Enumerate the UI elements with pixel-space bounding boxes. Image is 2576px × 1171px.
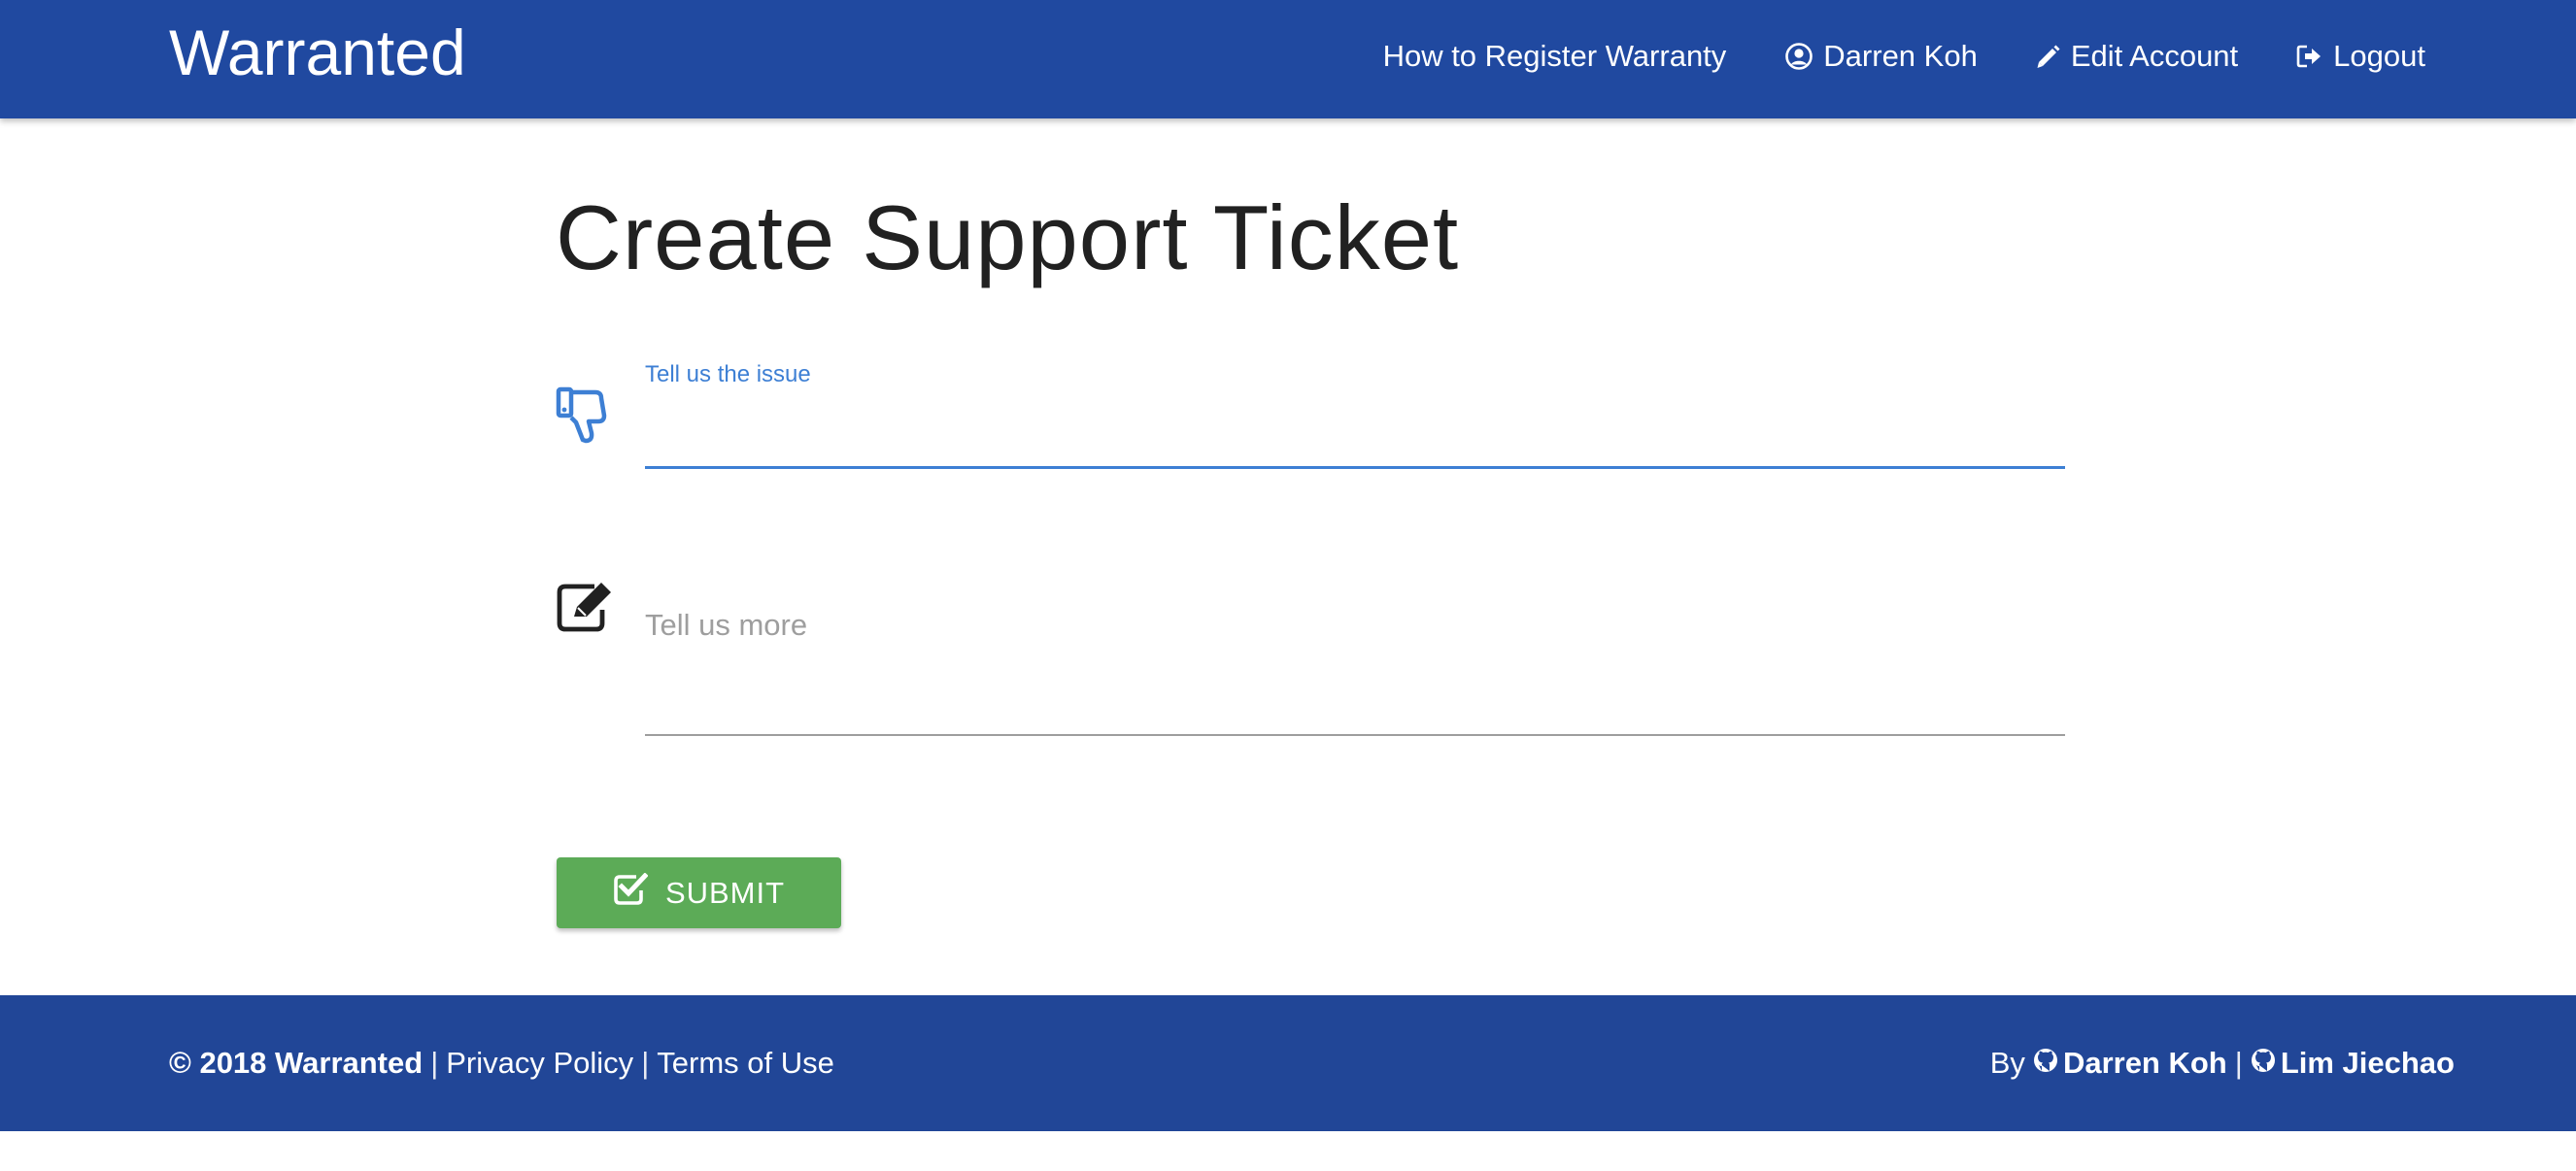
author-lim-label: Lim Jiechao — [2280, 1046, 2455, 1080]
nav-links: How to Register Warranty Darren Koh Edit… — [1383, 0, 2425, 113]
edit-icon — [556, 581, 618, 638]
nav-edit-account-link[interactable]: Edit Account — [2036, 39, 2238, 74]
author-darren-label: Darren Koh — [2062, 1046, 2227, 1080]
footer-separator: | — [641, 1046, 650, 1080]
thumbs-down-icon — [556, 386, 610, 450]
brand-logo[interactable]: Warranted — [169, 14, 466, 91]
nav-register-warranty-label: How to Register Warranty — [1382, 39, 1727, 73]
page-title: Create Support Ticket — [556, 186, 1460, 288]
footer-by-label: By — [1989, 1046, 2025, 1080]
sign-out-icon — [2296, 44, 2323, 69]
issue-input[interactable] — [645, 398, 2065, 469]
nav-edit-account-label: Edit Account — [2070, 39, 2239, 73]
nav-user-link[interactable]: Darren Koh — [1784, 39, 1978, 74]
github-icon — [2251, 1046, 2276, 1081]
submit-button[interactable]: SUBMIT — [557, 857, 841, 928]
nav-logout-link[interactable]: Logout — [2296, 39, 2425, 74]
author-lim-link[interactable]: Lim Jiechao — [2251, 1046, 2455, 1081]
issue-field-label: Tell us the issue — [645, 361, 811, 387]
check-square-icon — [613, 871, 649, 914]
privacy-policy-link[interactable]: Privacy Policy — [446, 1046, 633, 1081]
footer-credits: By Darren Koh | Lim Jiechao — [1990, 995, 2455, 1131]
navbar: Warranted How to Register Warranty Darre… — [0, 0, 2576, 118]
terms-of-use-link[interactable]: Terms of Use — [657, 1046, 834, 1081]
footer-separator: | — [2234, 1046, 2243, 1080]
footer-separator: | — [430, 1046, 439, 1080]
footer-copyright: © 2018 Warranted — [169, 1046, 424, 1080]
submit-button-label: SUBMIT — [664, 875, 786, 910]
nav-logout-label: Logout — [2333, 39, 2425, 73]
author-darren-link[interactable]: Darren Koh — [2033, 1046, 2227, 1081]
details-textarea[interactable] — [645, 594, 2065, 736]
footer-left: © 2018 Warranted | Privacy Policy | Term… — [169, 995, 834, 1131]
nav-register-warranty-link[interactable]: How to Register Warranty — [1383, 39, 1727, 74]
nav-user-label: Darren Koh — [1823, 39, 1978, 73]
footer: © 2018 Warranted | Privacy Policy | Term… — [0, 995, 2576, 1131]
user-circle-icon — [1784, 42, 1813, 71]
github-icon — [2033, 1046, 2058, 1081]
pencil-icon — [2036, 43, 2061, 70]
